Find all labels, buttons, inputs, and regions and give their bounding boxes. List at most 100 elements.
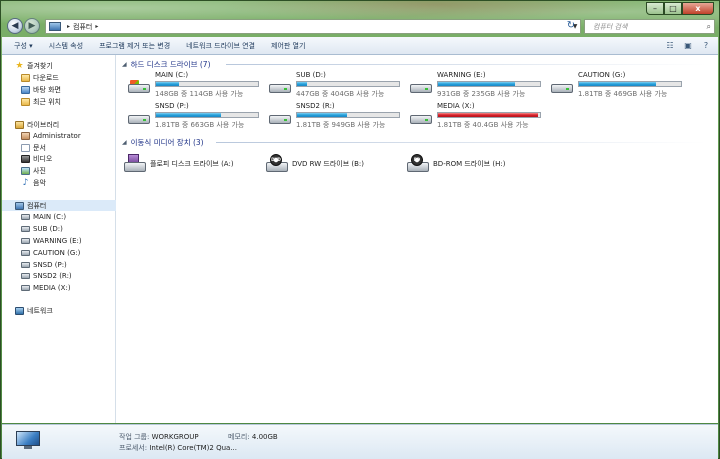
bd-drive-icon: BD [407, 154, 429, 174]
uninstall-program-button[interactable]: 프로그램 제거 또는 변경 [91, 41, 178, 51]
search-icon[interactable]: ⌕ [707, 22, 711, 32]
sidebar-item-label: SNSD (P:) [33, 260, 67, 269]
group-header-label: 이동식 미디어 장치 (3) [130, 138, 204, 147]
open-control-panel-button[interactable]: 제어판 열기 [263, 41, 313, 51]
drive-name: SNSD (P:) [155, 102, 189, 110]
sidebar-item-videos[interactable]: 비디오 [2, 153, 134, 164]
sidebar-item-drive-g[interactable]: CAUTION (G:) [2, 247, 134, 258]
hard-drive-icon [269, 80, 291, 94]
hard-drive-icon [21, 249, 30, 256]
hard-drive-icon [128, 111, 150, 125]
sidebar-item-pictures[interactable]: 사진 [2, 165, 134, 176]
sidebar-item-recent-places[interactable]: 최근 위치 [2, 96, 134, 107]
sidebar-item-label: 바탕 화면 [33, 85, 61, 94]
sidebar-item-downloads[interactable]: 다운로드 [2, 72, 134, 83]
removable-item-bd[interactable]: BD BD-ROM 드라이브 (H:) [407, 153, 505, 175]
drive-usage-bar [437, 112, 541, 118]
close-button[interactable]: x [682, 2, 714, 15]
sidebar-network[interactable]: 네트워크 [2, 305, 128, 316]
address-bar[interactable]: ▸ 컴퓨터 ▸ ▼ [45, 19, 581, 34]
breadcrumb-computer[interactable]: 컴퓨터 [73, 22, 92, 32]
view-options-icon[interactable]: ☷ [664, 41, 676, 51]
preview-pane-icon[interactable]: ▣ [682, 41, 694, 51]
organize-button[interactable]: 구성 ▾ [2, 41, 41, 51]
sidebar-section-label: 네트워크 [27, 306, 53, 315]
sidebar-libraries[interactable]: 라이브러리 [2, 119, 128, 130]
help-icon[interactable]: ? [700, 41, 712, 51]
window-controls: – □ x [646, 2, 714, 15]
sidebar-item-drive-p[interactable]: SNSD (P:) [2, 259, 134, 270]
sidebar-item-drive-e[interactable]: WARNING (E:) [2, 235, 134, 246]
sidebar-item-label: Administrator [33, 131, 81, 140]
sidebar-item-drive-x[interactable]: MEDIA (X:) [2, 282, 134, 293]
removable-item-dvd[interactable]: DVD DVD RW 드라이브 (B:) [266, 153, 364, 175]
desktop-icon [21, 85, 30, 94]
hard-drive-icon [269, 111, 291, 125]
refresh-icon[interactable]: ↻ [563, 20, 579, 32]
device-name: 플로피 디스크 드라이브 (A:) [150, 160, 234, 168]
drive-name: CAUTION (G:) [578, 71, 626, 79]
sidebar-item-desktop[interactable]: 바탕 화면 [2, 84, 134, 95]
drive-tile[interactable]: MEDIA (X:) 1.81TB 중 40.4GB 사용 가능 [404, 102, 542, 132]
command-bar: 구성 ▾ 시스템 속성 프로그램 제거 또는 변경 네트워크 드라이브 연결 제… [2, 37, 718, 55]
memory-row: 메모리: 4.00GB [228, 432, 278, 442]
collapse-triangle-icon[interactable]: ◢ [122, 139, 127, 146]
sidebar-item-label: MEDIA (X:) [33, 283, 71, 292]
group-divider [216, 142, 706, 143]
drive-usage-fill [156, 82, 180, 86]
sidebar-section-label: 컴퓨터 [27, 201, 47, 210]
drive-usage-bar [437, 81, 541, 87]
sidebar-item-drive-c[interactable]: MAIN (C:) [2, 211, 134, 222]
drive-name: MAIN (C:) [155, 71, 189, 79]
drive-free-space: 1.81TB 중 949GB 사용 가능 [296, 121, 386, 129]
sidebar-item-label: SUB (D:) [33, 224, 63, 233]
group-header-hard-disks[interactable]: ◢ 하드 디스크 드라이브 (7) [122, 59, 211, 70]
explorer-window: – □ x ◀ ▶ ▸ 컴퓨터 ▸ ▼ ↻ 컴퓨터 검색 ⌕ 구성 ▾ 시스템 … [0, 0, 720, 459]
floppy-drive-icon [124, 154, 146, 174]
breadcrumb-separator[interactable]: ▸ [95, 23, 98, 30]
drive-tile[interactable]: SNSD2 (R:) 1.81TB 중 949GB 사용 가능 [263, 102, 401, 132]
drive-usage-fill [156, 113, 222, 117]
computer-icon [16, 431, 40, 449]
search-input[interactable]: 컴퓨터 검색 ⌕ [584, 19, 715, 34]
sidebar-item-music[interactable]: ♪ 음악 [2, 177, 134, 188]
processor-value: Intel(R) Core(TM)2 Qua... [149, 444, 237, 452]
computer-icon [15, 201, 24, 210]
sidebar-item-documents[interactable]: 문서 [2, 142, 134, 153]
collapse-triangle-icon[interactable]: ◢ [122, 61, 127, 68]
workgroup-label: 작업 그룹: [119, 433, 150, 441]
network-icon [15, 306, 24, 315]
memory-label: 메모리: [228, 433, 250, 441]
hard-drive-icon [551, 80, 573, 94]
sidebar-favorites[interactable]: ★ 즐겨찾기 [2, 60, 128, 71]
minimize-button[interactable]: – [646, 2, 664, 15]
sidebar-computer[interactable]: 컴퓨터 [2, 200, 128, 211]
sidebar-item-drive-d[interactable]: SUB (D:) [2, 223, 134, 234]
group-header-removable[interactable]: ◢ 이동식 미디어 장치 (3) [122, 137, 204, 148]
drive-tile[interactable]: SUB (D:) 447GB 중 404GB 사용 가능 [263, 71, 401, 101]
maximize-button[interactable]: □ [664, 2, 682, 15]
forward-arrow-icon[interactable]: ▶ [24, 18, 40, 34]
sidebar-item-administrator[interactable]: Administrator [2, 130, 134, 141]
navigation-bar: ◀ ▶ ▸ 컴퓨터 ▸ ▼ ↻ 컴퓨터 검색 ⌕ [5, 18, 717, 36]
map-network-drive-button[interactable]: 네트워크 드라이브 연결 [178, 41, 263, 51]
hard-drive-icon [21, 272, 30, 279]
user-folder-icon [21, 131, 30, 140]
system-properties-button[interactable]: 시스템 속성 [41, 41, 91, 51]
search-placeholder: 컴퓨터 검색 [593, 22, 628, 31]
sidebar-item-label: MAIN (C:) [33, 212, 67, 221]
navigation-pane: ★ 즐겨찾기 다운로드 바탕 화면 최근 위치 라이브러리 Administra… [2, 55, 128, 423]
drive-name: MEDIA (X:) [437, 102, 475, 110]
drive-tile[interactable]: WARNING (E:) 931GB 중 235GB 사용 가능 [404, 71, 542, 101]
removable-item-floppy[interactable]: 플로피 디스크 드라이브 (A:) [124, 153, 234, 175]
sidebar-item-label: 문서 [33, 143, 46, 152]
sidebar-item-label: 다운로드 [33, 73, 59, 82]
drive-tile[interactable]: SNSD (P:) 1.81TB 중 663GB 사용 가능 [122, 102, 260, 132]
drive-tile[interactable]: CAUTION (G:) 1.81TB 중 469GB 사용 가능 [545, 71, 683, 101]
drive-free-space: 1.81TB 중 663GB 사용 가능 [155, 121, 245, 129]
back-arrow-icon[interactable]: ◀ [7, 18, 23, 34]
breadcrumb-separator[interactable]: ▸ [67, 23, 70, 30]
documents-icon [21, 143, 30, 152]
drive-tile[interactable]: MAIN (C:) 148GB 중 114GB 사용 가능 [122, 71, 260, 101]
sidebar-item-drive-r[interactable]: SNSD2 (R:) [2, 270, 134, 281]
